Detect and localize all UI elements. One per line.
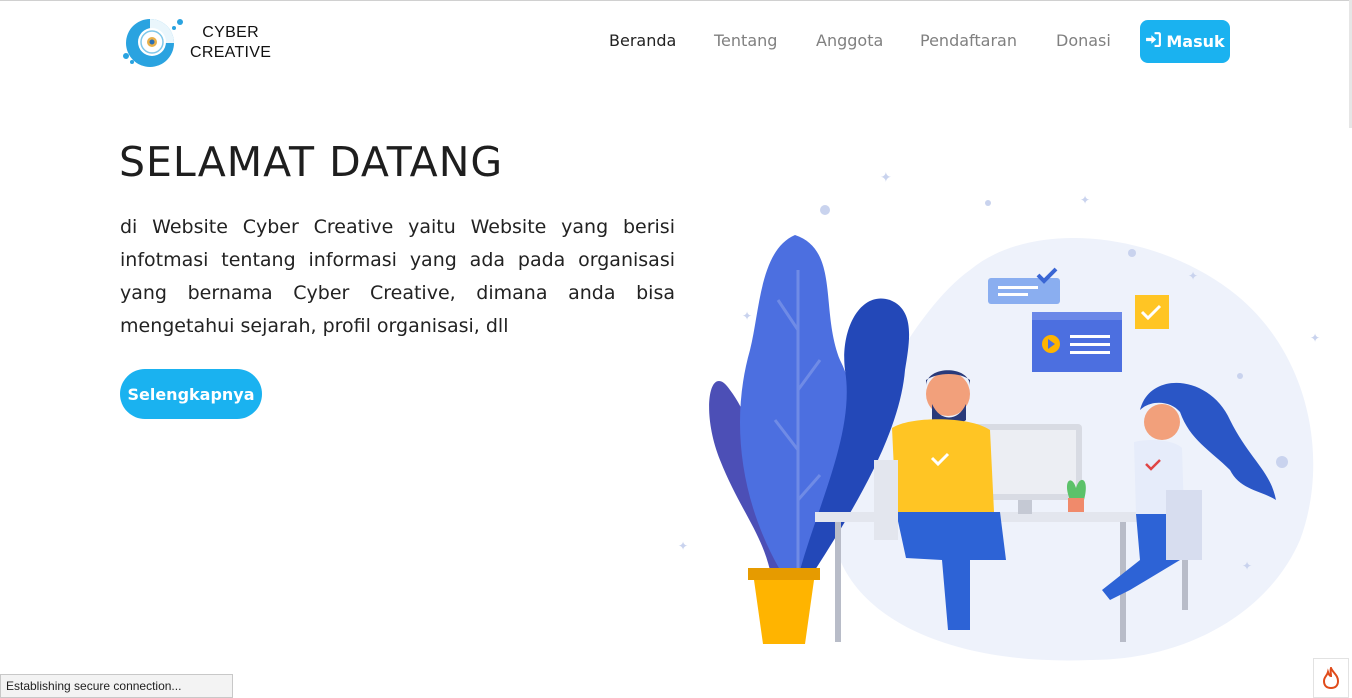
svg-text:✦: ✦ — [1080, 193, 1090, 207]
svg-text:✦: ✦ — [880, 170, 892, 186]
svg-text:✦: ✦ — [1310, 331, 1320, 345]
nav-item-donasi[interactable]: Donasi — [1056, 31, 1111, 50]
login-button[interactable]: Masuk — [1140, 20, 1230, 63]
svg-text:✦: ✦ — [742, 309, 752, 323]
svg-text:✦: ✦ — [678, 539, 688, 553]
brand-name: CYBER CREATIVE — [190, 23, 271, 63]
read-more-button[interactable]: Selengkapnya — [120, 369, 262, 419]
sign-in-icon — [1145, 31, 1162, 52]
cyber-creative-logo — [118, 16, 186, 70]
hero-description: di Website Cyber Creative yaitu Website … — [120, 216, 675, 337]
nav-item-beranda[interactable]: Beranda — [609, 31, 676, 50]
nav-item-anggota[interactable]: Anggota — [816, 31, 883, 50]
brand-line-1: CYBER — [202, 24, 259, 41]
flame-icon[interactable] — [1313, 658, 1349, 698]
brand-line-2: CREATIVE — [190, 44, 272, 61]
nav-item-pendaftaran[interactable]: Pendaftaran — [920, 31, 1017, 50]
hero-illustration: ✦ ✦ ✦ ✦ ✦ ✦ ✦ — [670, 160, 1350, 670]
brand[interactable]: CYBER CREATIVE — [118, 17, 271, 69]
status-bar: Establishing secure connection... — [0, 674, 233, 698]
svg-text:✦: ✦ — [1242, 559, 1252, 573]
nav-item-tentang[interactable]: Tentang — [714, 31, 777, 50]
login-label: Masuk — [1166, 32, 1225, 51]
hero-title: SELAMAT DATANG — [119, 138, 504, 186]
svg-text:✦: ✦ — [1188, 269, 1198, 283]
navbar: CYBER CREATIVE Beranda Tentang Anggota P… — [0, 0, 1352, 82]
